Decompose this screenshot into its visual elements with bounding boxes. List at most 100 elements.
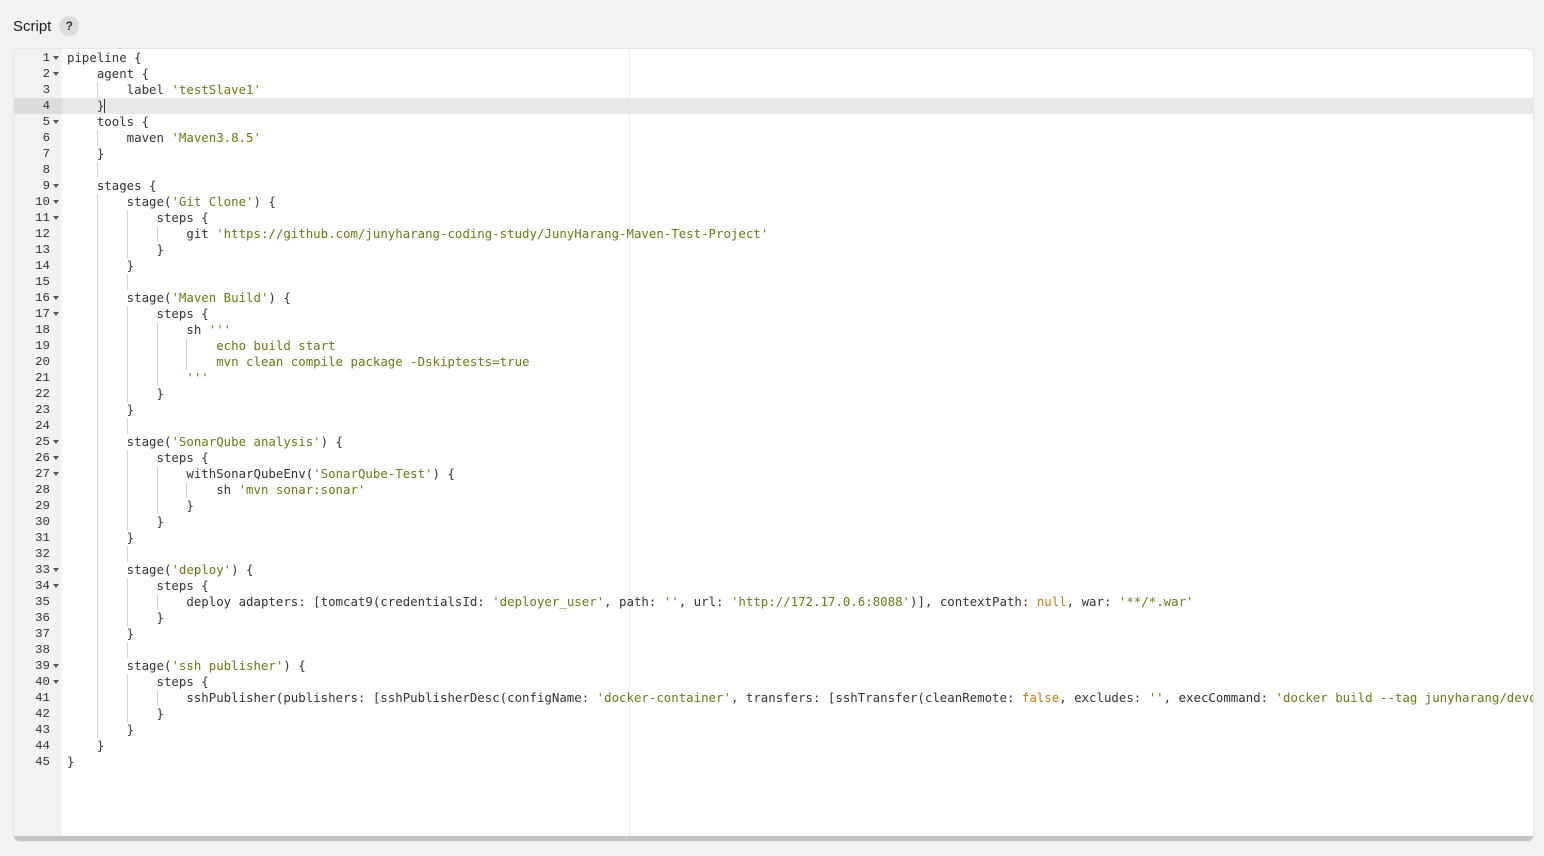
code-line[interactable]: 41 sshPublisher(publishers: [sshPublishe… bbox=[14, 690, 1533, 706]
code-line[interactable]: 17 steps { bbox=[14, 306, 1533, 322]
fold-arrow-icon[interactable] bbox=[53, 584, 59, 588]
code-line[interactable]: 30 } bbox=[14, 514, 1533, 530]
fold-arrow-icon[interactable] bbox=[53, 72, 59, 76]
code-line[interactable]: 28 sh 'mvn sonar:sonar' bbox=[14, 482, 1533, 498]
code-line[interactable]: 2 agent { bbox=[14, 66, 1533, 82]
indent-guide bbox=[96, 562, 98, 578]
indent-guide bbox=[126, 226, 128, 242]
fold-arrow-icon[interactable] bbox=[53, 472, 59, 476]
code-line[interactable]: 29 } bbox=[14, 498, 1533, 514]
indent-guide bbox=[126, 242, 128, 258]
indent-guide bbox=[156, 482, 158, 498]
code-text: } bbox=[67, 498, 194, 513]
fold-arrow-icon[interactable] bbox=[53, 216, 59, 220]
indent-guide bbox=[126, 418, 128, 434]
code-line[interactable]: 45} bbox=[14, 754, 1533, 770]
code-line[interactable]: 24 bbox=[14, 418, 1533, 434]
code-line[interactable]: 23 } bbox=[14, 402, 1533, 418]
code-line[interactable]: 12 git 'https://github.com/junyharang-co… bbox=[14, 226, 1533, 242]
code-line[interactable]: 1 pipeline { bbox=[14, 50, 1533, 66]
code-line[interactable]: 18 sh ''' bbox=[14, 322, 1533, 338]
string-token: 'http://172.17.0.6:8088' bbox=[730, 594, 910, 609]
fold-arrow-icon[interactable] bbox=[53, 456, 59, 460]
code-line[interactable]: 25 stage('SonarQube analysis') { bbox=[14, 434, 1533, 450]
code-line[interactable]: 13 } bbox=[14, 242, 1533, 258]
code-line[interactable]: 5 tools { bbox=[14, 114, 1533, 130]
code-editor[interactable]: 1 pipeline {2 agent {3 label 'testSlave1'… bbox=[13, 48, 1534, 842]
code-line[interactable]: 42 } bbox=[14, 706, 1533, 722]
indent-guide bbox=[126, 594, 128, 610]
indent-guide bbox=[186, 482, 188, 498]
line-number: 41 bbox=[35, 691, 50, 705]
horizontal-scrollbar[interactable] bbox=[14, 836, 1533, 841]
code-line[interactable]: 16 stage('Maven Build') { bbox=[14, 290, 1533, 306]
code-line[interactable]: 6 maven 'Maven3.8.5' bbox=[14, 130, 1533, 146]
code-line[interactable]: 32 bbox=[14, 546, 1533, 562]
indent-guide bbox=[96, 626, 98, 642]
help-icon[interactable]: ? bbox=[59, 16, 80, 36]
code-text: steps { bbox=[67, 674, 209, 689]
indent-guide bbox=[126, 370, 128, 386]
indent-guide bbox=[96, 370, 98, 386]
code-text: } bbox=[67, 530, 135, 545]
line-number: 6 bbox=[42, 131, 50, 145]
code-line[interactable]: 33 stage('deploy') { bbox=[14, 562, 1533, 578]
fold-arrow-icon[interactable] bbox=[53, 120, 59, 124]
string-token: 'mvn sonar:sonar' bbox=[238, 482, 366, 497]
code-line[interactable]: 34 steps { bbox=[14, 578, 1533, 594]
indent-guide bbox=[96, 306, 98, 322]
code-line[interactable]: 15 bbox=[14, 274, 1533, 290]
code-line[interactable]: 20 mvn clean compile package -Dskiptests… bbox=[14, 354, 1533, 370]
line-number: 3 bbox=[42, 83, 50, 97]
fold-arrow-icon[interactable] bbox=[53, 664, 59, 668]
code-text: sh ''' bbox=[67, 322, 232, 337]
code-line[interactable]: 26 steps { bbox=[14, 450, 1533, 466]
line-number: 12 bbox=[35, 227, 50, 241]
indent-guide bbox=[96, 434, 98, 450]
line-number: 1 bbox=[42, 51, 50, 65]
line-number: 8 bbox=[42, 163, 50, 177]
indent-guide bbox=[96, 706, 98, 722]
code-line[interactable]: 10 stage('Git Clone') { bbox=[14, 194, 1533, 210]
fold-arrow-icon[interactable] bbox=[53, 568, 59, 572]
code-line[interactable]: 27 withSonarQubeEnv('SonarQube-Test') { bbox=[14, 466, 1533, 482]
code-line[interactable]: 40 steps { bbox=[14, 674, 1533, 690]
code-line[interactable]: 8 bbox=[14, 162, 1533, 178]
code-line[interactable]: 9 stages { bbox=[14, 178, 1533, 194]
code-line[interactable]: 21 ''' bbox=[14, 370, 1533, 386]
code-line[interactable]: 22 } bbox=[14, 386, 1533, 402]
code-line[interactable]: 38 bbox=[14, 642, 1533, 658]
line-number: 22 bbox=[35, 387, 50, 401]
line-number: 17 bbox=[35, 307, 50, 321]
fold-arrow-icon[interactable] bbox=[53, 200, 59, 204]
code-line[interactable]: 37 } bbox=[14, 626, 1533, 642]
code-line[interactable]: 11 steps { bbox=[14, 210, 1533, 226]
code-line[interactable]: 35 deploy adapters: [tomcat9(credentials… bbox=[14, 594, 1533, 610]
code-line[interactable]: 39 stage('ssh publisher') { bbox=[14, 658, 1533, 674]
indent-guide bbox=[96, 450, 98, 466]
code-line[interactable]: 31 } bbox=[14, 530, 1533, 546]
code-line[interactable]: 43 } bbox=[14, 722, 1533, 738]
indent-guide bbox=[96, 338, 98, 354]
fold-arrow-icon[interactable] bbox=[53, 184, 59, 188]
fold-arrow-icon[interactable] bbox=[53, 312, 59, 316]
fold-arrow-icon[interactable] bbox=[53, 440, 59, 444]
fold-arrow-icon[interactable] bbox=[53, 56, 59, 60]
code-line[interactable]: 14 } bbox=[14, 258, 1533, 274]
string-token: 'deploy' bbox=[171, 562, 232, 577]
code-line[interactable]: 3 label 'testSlave1' bbox=[14, 82, 1533, 98]
code-text: } bbox=[67, 386, 164, 401]
line-number: 4 bbox=[14, 98, 62, 114]
indent-guide bbox=[96, 226, 98, 242]
code-text: mvn clean compile package -Dskiptests=tr… bbox=[67, 354, 529, 370]
code-line[interactable]: 19 echo build start bbox=[14, 338, 1533, 354]
code-line[interactable]: 4 } bbox=[14, 98, 1533, 114]
code-text: sh 'mvn sonar:sonar' bbox=[67, 482, 366, 497]
code-line[interactable]: 36 } bbox=[14, 610, 1533, 626]
fold-arrow-icon[interactable] bbox=[53, 680, 59, 684]
code-line[interactable]: 7 } bbox=[14, 146, 1533, 162]
indent-guide bbox=[126, 386, 128, 402]
line-number: 43 bbox=[35, 723, 50, 737]
fold-arrow-icon[interactable] bbox=[53, 296, 59, 300]
code-line[interactable]: 44 } bbox=[14, 738, 1533, 754]
